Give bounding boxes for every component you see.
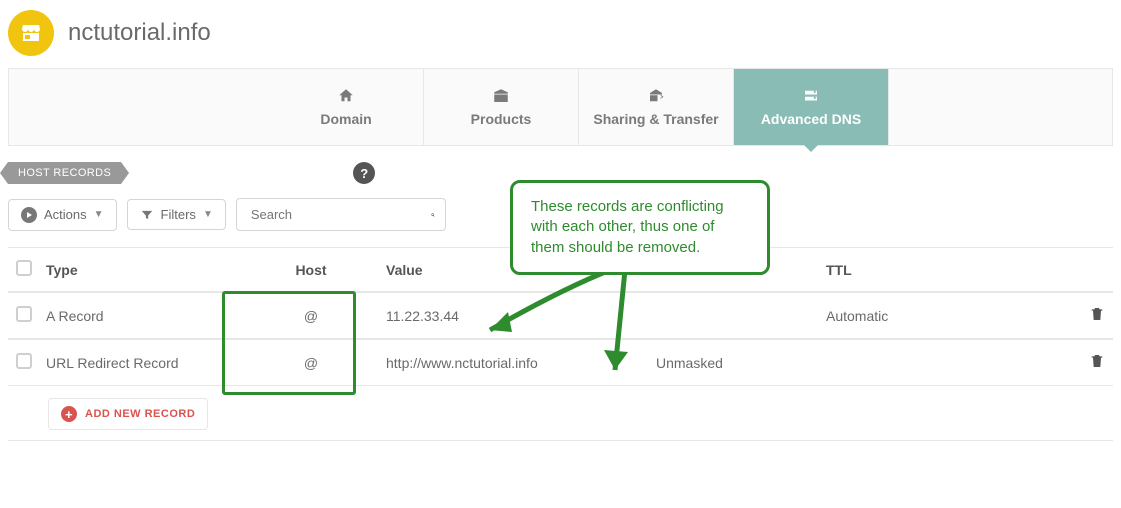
search-box[interactable] [236,198,446,231]
tab-label: Sharing & Transfer [593,111,718,127]
search-icon [431,208,435,222]
add-row: + ADD NEW RECORD [8,386,1113,441]
cell-type[interactable]: URL Redirect Record [46,355,236,371]
caret-down-icon: ▼ [94,209,104,220]
filters-dropdown[interactable]: Filters ▼ [127,199,226,230]
cell-value[interactable]: http://www.nctutorial.info [386,355,656,371]
play-icon [21,207,37,223]
home-icon [336,87,356,105]
cell-host[interactable]: @ [236,355,386,371]
tab-sharing[interactable]: Sharing & Transfer [579,69,734,145]
section-tag-host-records: HOST RECORDS [8,162,121,184]
tab-advanced-dns[interactable]: Advanced DNS [734,69,889,145]
cell-type[interactable]: A Record [46,308,236,324]
caret-down-icon: ▼ [203,209,213,220]
server-icon [801,87,821,105]
select-all-checkbox[interactable] [16,260,32,276]
store-icon [19,21,43,45]
actions-dropdown[interactable]: Actions ▼ [8,199,117,231]
col-host: Host [236,262,386,278]
actions-label: Actions [44,207,87,222]
plus-icon: + [61,406,77,422]
add-new-record-button[interactable]: + ADD NEW RECORD [48,398,208,430]
row-checkbox[interactable] [16,353,32,369]
box-icon [491,87,511,105]
cell-host[interactable]: @ [236,308,386,324]
tab-label: Advanced DNS [761,111,861,127]
domain-title: nctutorial.info [68,19,211,47]
add-label: ADD NEW RECORD [85,408,195,420]
trash-icon[interactable] [1089,305,1105,323]
tab-label: Domain [320,111,371,127]
section-header-row: HOST RECORDS ? [8,162,1113,184]
table-row: A Record @ 11.22.33.44 Automatic [8,292,1113,339]
col-ttl: TTL [826,262,1065,278]
tab-products[interactable]: Products [424,69,579,145]
page-header: nctutorial.info [8,6,1113,68]
tab-domain[interactable]: Domain [269,69,424,145]
brand-logo [8,10,54,56]
row-checkbox[interactable] [16,306,32,322]
filters-label: Filters [161,207,196,222]
share-icon [646,87,666,105]
tab-label: Products [471,111,532,127]
table-row: URL Redirect Record @ http://www.nctutor… [8,339,1113,386]
cell-value[interactable]: 11.22.33.44 [386,308,656,324]
search-input[interactable] [247,199,431,230]
col-value: Value [386,262,656,278]
toolbar: Actions ▼ Filters ▼ [8,198,1113,231]
cell-ttl[interactable]: Automatic [826,308,1065,324]
table-header: Type Host Value TTL [8,247,1113,292]
trash-icon[interactable] [1089,352,1105,370]
help-icon[interactable]: ? [353,162,375,184]
tab-bar: Domain Products Sharing & Transfer Advan… [8,68,1113,146]
records-table: Type Host Value TTL A Record @ 11.22.33.… [8,247,1113,441]
filter-icon [140,208,154,222]
cell-mask[interactable]: Unmasked [656,355,826,371]
col-type: Type [46,262,236,278]
